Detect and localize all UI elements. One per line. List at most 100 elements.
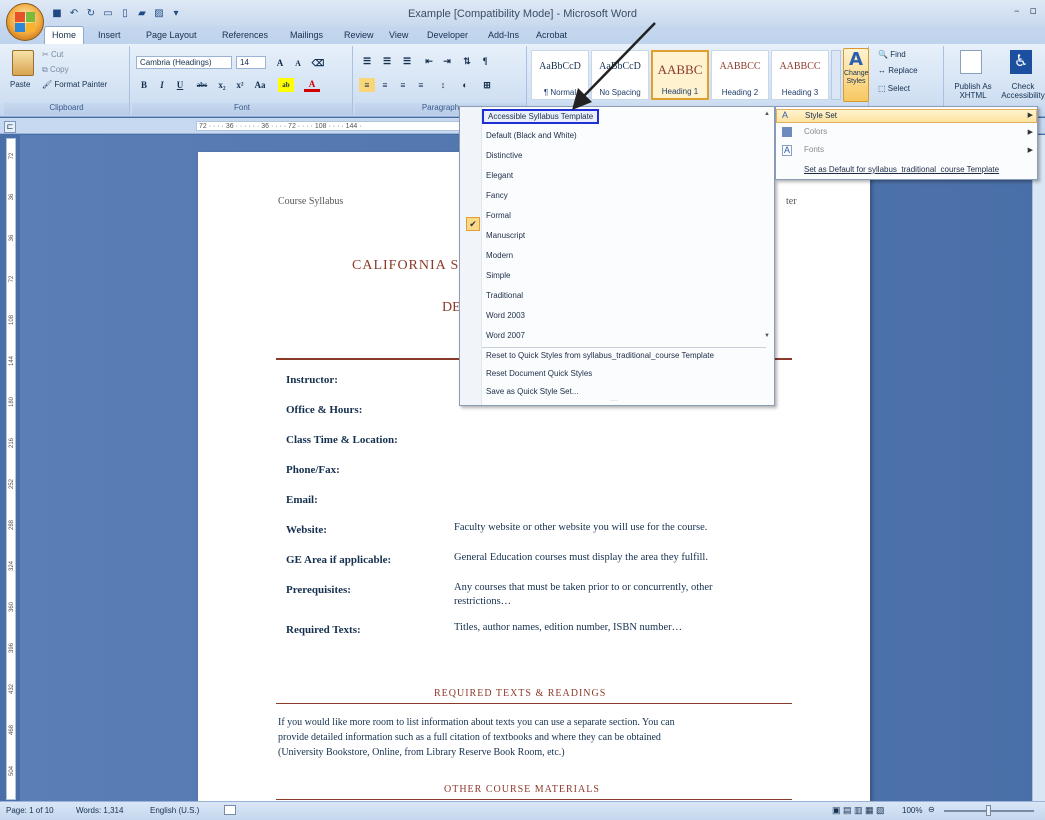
grow-font-button[interactable]: A xyxy=(272,56,288,70)
ruler-tick-label: 36 xyxy=(9,234,15,242)
tab-insert[interactable]: Insert xyxy=(91,28,128,42)
show-formatting-icon[interactable]: ¶ xyxy=(477,54,493,68)
menu-item-traditional[interactable]: Traditional xyxy=(486,291,523,300)
tab-review[interactable]: Review xyxy=(337,28,381,42)
justify-icon[interactable]: ≡ xyxy=(413,78,429,92)
subscript-button[interactable]: x₂ xyxy=(214,78,230,92)
bold-button[interactable]: B xyxy=(136,78,152,92)
word-count[interactable]: Words: 1,314 xyxy=(76,806,123,815)
sort-icon[interactable]: ⇅ xyxy=(459,54,475,68)
menu-item-modern[interactable]: Modern xyxy=(486,251,513,260)
language-indicator[interactable]: English (U.S.) xyxy=(150,806,199,815)
menu-item-reset-document-quick-styles[interactable]: Reset Document Quick Styles xyxy=(486,369,592,378)
menu-item-word-2007[interactable]: Word 2007 xyxy=(486,331,525,340)
office-button[interactable] xyxy=(6,3,44,41)
tab-references[interactable]: References xyxy=(215,28,275,42)
align-left-icon[interactable]: ≡ xyxy=(359,78,375,92)
zoom-out-icon[interactable]: ⊖ xyxy=(928,805,935,814)
menu-item-colors[interactable]: Colors xyxy=(804,127,827,136)
find-button[interactable]: 🔍 Find xyxy=(878,50,906,59)
field-label: Class Time & Location: xyxy=(286,434,398,446)
menu-item-set-as-default[interactable]: Set as Default for syllabus_traditional_… xyxy=(804,165,999,174)
menu-scrollbar[interactable]: ▲ ▼ xyxy=(762,111,772,339)
italic-button[interactable]: I xyxy=(154,78,170,92)
menu-item-default[interactable]: Default (Black and White) xyxy=(486,131,577,140)
style-heading-3[interactable]: AABBCC Heading 3 xyxy=(771,50,829,100)
underline-button[interactable]: U xyxy=(172,78,188,92)
tab-page-layout[interactable]: Page Layout xyxy=(139,28,204,42)
tab-mailings[interactable]: Mailings xyxy=(283,28,330,42)
styles-gallery-scroll[interactable] xyxy=(831,50,841,100)
menu-item-accessible-syllabus-template[interactable]: Accessible Syllabus Template xyxy=(482,109,600,124)
paste-button[interactable]: Paste xyxy=(10,80,30,89)
increase-indent-icon[interactable]: ⇥ xyxy=(439,54,455,68)
menu-item-manuscript[interactable]: Manuscript xyxy=(486,231,525,240)
resize-grip-icon[interactable]: ···· xyxy=(610,398,618,404)
vertical-scrollbar[interactable] xyxy=(1032,135,1045,801)
scroll-up-icon[interactable]: ▲ xyxy=(762,111,772,117)
numbering-icon[interactable]: ☰ xyxy=(379,54,395,68)
style-heading-1[interactable]: AABBC Heading 1 xyxy=(651,50,709,100)
menu-item-simple[interactable]: Simple xyxy=(486,271,510,280)
zoom-slider-handle[interactable] xyxy=(986,805,991,816)
format-painter-button[interactable]: 🖌 Format Painter xyxy=(42,80,107,89)
check-accessibility-button[interactable]: Check Accessibility xyxy=(998,82,1045,100)
cut-icon: ✂ xyxy=(42,50,51,59)
paste-icon[interactable] xyxy=(12,50,34,76)
zoom-level[interactable]: 100% xyxy=(902,806,922,815)
cut-button[interactable]: ✂ Cut xyxy=(42,50,63,59)
font-name-box[interactable]: Cambria (Headings) xyxy=(136,56,232,69)
menu-item-elegant[interactable]: Elegant xyxy=(486,171,513,180)
field-value: Titles, author names, edition number, IS… xyxy=(454,622,683,633)
tab-view[interactable]: View xyxy=(382,28,415,42)
menu-item-word-2003[interactable]: Word 2003 xyxy=(486,311,525,320)
menu-item-style-set[interactable]: Style Set xyxy=(776,109,1037,123)
menu-item-fonts[interactable]: Fonts xyxy=(804,145,824,154)
publish-xhtml-button[interactable]: Publish As XHTML xyxy=(948,82,998,100)
font-color-icon[interactable]: A xyxy=(304,78,320,92)
ruler-toggle-button[interactable]: ⊏ xyxy=(4,121,16,133)
tab-acrobat[interactable]: Acrobat xyxy=(529,28,574,42)
minimize-button[interactable]: – xyxy=(1014,4,1020,17)
menu-item-reset-quick-styles-template[interactable]: Reset to Quick Styles from syllabus_trad… xyxy=(486,351,714,360)
style-no-spacing[interactable]: AaBbCcD No Spacing xyxy=(591,50,649,100)
highlight-icon[interactable]: ab xyxy=(278,78,294,92)
change-case-button[interactable]: Aa xyxy=(252,78,268,92)
style-normal[interactable]: AaBbCcD ¶ Normal xyxy=(531,50,589,100)
bullets-icon[interactable]: ☰ xyxy=(359,54,375,68)
copy-button[interactable]: ⧉ Copy xyxy=(42,65,69,75)
tab-developer[interactable]: Developer xyxy=(420,28,475,42)
status-bar: Page: 1 of 10 Words: 1,314 English (U.S.… xyxy=(0,801,1045,820)
publish-icon[interactable] xyxy=(960,50,982,74)
strikethrough-button[interactable]: abc xyxy=(194,78,210,92)
scroll-down-icon[interactable]: ▼ xyxy=(762,333,772,339)
decrease-indent-icon[interactable]: ⇤ xyxy=(421,54,437,68)
tab-home[interactable]: Home xyxy=(44,26,85,45)
change-styles-button[interactable]: A Change Styles xyxy=(843,48,869,102)
center-icon[interactable]: ≡ xyxy=(377,78,393,92)
line-spacing-icon[interactable]: ↕ xyxy=(435,78,451,92)
menu-item-distinctive[interactable]: Distinctive xyxy=(486,151,522,160)
multilevel-list-icon[interactable]: ☰ xyxy=(399,54,415,68)
superscript-button[interactable]: x² xyxy=(232,78,248,92)
select-button[interactable]: ⬚ Select xyxy=(878,84,910,93)
menu-item-fancy[interactable]: Fancy xyxy=(486,191,508,200)
view-buttons[interactable]: ▣ ▤ ▥ ▦ ▧ xyxy=(832,805,885,816)
clear-format-icon[interactable]: ⌫ xyxy=(310,56,326,70)
shading-icon[interactable]: ◐ xyxy=(457,78,473,92)
paragraph-line: If you would like more room to list info… xyxy=(278,717,675,728)
align-right-icon[interactable]: ≡ xyxy=(395,78,411,92)
tab-add-ins[interactable]: Add-Ins xyxy=(481,28,526,42)
shrink-font-button[interactable]: A xyxy=(290,56,306,70)
maximize-button[interactable]: ▫ xyxy=(1030,4,1037,17)
paragraph-group: ☰ ☰ ☰ ⇤ ⇥ ⇅ ¶ ≡ ≡ ≡ ≡ ↕ ◐ ⊞ Paragraph xyxy=(355,46,527,115)
style-heading-2[interactable]: AABBCC Heading 2 xyxy=(711,50,769,100)
menu-item-save-quick-style-set[interactable]: Save as Quick Style Set... xyxy=(486,387,578,396)
replace-button[interactable]: ↔ Replace xyxy=(878,66,918,75)
accessibility-icon[interactable]: ♿ xyxy=(1010,50,1032,74)
macro-record-icon[interactable] xyxy=(224,805,236,815)
borders-icon[interactable]: ⊞ xyxy=(479,78,495,92)
menu-item-formal[interactable]: Formal xyxy=(486,211,511,220)
page-count[interactable]: Page: 1 of 10 xyxy=(6,806,54,815)
font-size-box[interactable]: 14 xyxy=(236,56,266,69)
